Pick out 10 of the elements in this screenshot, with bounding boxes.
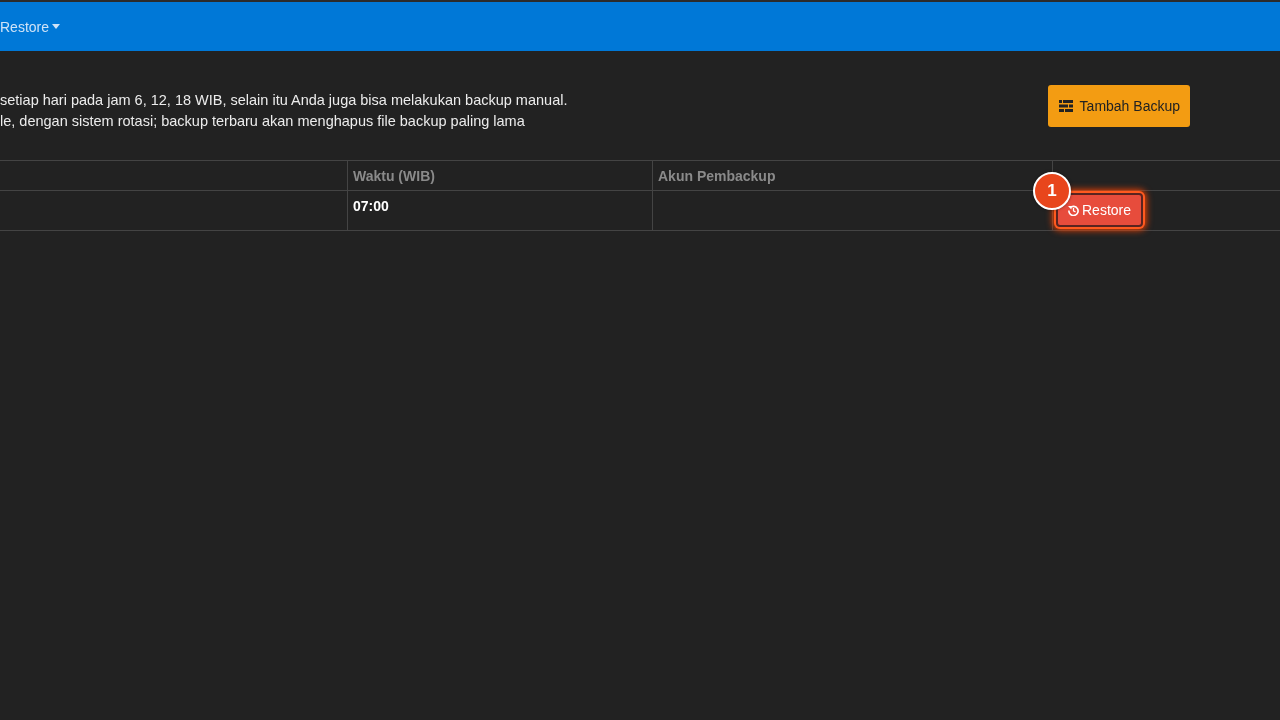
info-text: setiap hari pada jam 6, 12, 18 WIB, selain itu Anda juga bisa melakukan backup manual.: [0, 91, 568, 110]
restore-button[interactable]: Restore: [1056, 193, 1144, 227]
column-header: Waktu (WIB): [348, 161, 653, 191]
table-cell: 07:00: [348, 191, 653, 231]
caret-down-icon: [52, 24, 61, 29]
add-backup-button[interactable]: Tambah Backup: [1047, 85, 1190, 127]
info-text: le, dengan sistem rotasi; backup terbaru akan menghapus file backup paling lama: [0, 112, 526, 131]
list-icon: [1058, 100, 1073, 112]
history-icon: [1068, 204, 1079, 216]
restore-menu[interactable]: Restore: [0, 18, 61, 35]
